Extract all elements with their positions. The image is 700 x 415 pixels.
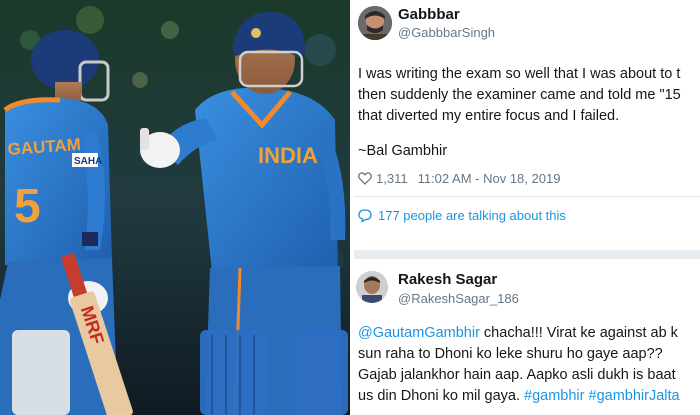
jersey-left-number: 5 — [14, 180, 41, 233]
jersey-right — [195, 87, 338, 272]
avatar-face-icon — [358, 6, 392, 40]
tweet-text-line-4-text: us din Dhoni ko mil gaya. — [358, 388, 525, 404]
cricket-photo: GAUTAM 5 SAHA MRF INDIA — [0, 0, 350, 415]
tweet-text-line-3: Gajab jalankhor hain aap. Aapko asli duk… — [358, 367, 676, 383]
conversation-row[interactable]: 177 people are talking about this — [358, 208, 566, 225]
display-name[interactable]: Gabbbar — [398, 6, 460, 23]
like-count[interactable]: 1,311 — [376, 171, 408, 186]
tweet-text-line-1-rest: chacha!!! Virat ke against ab k — [479, 325, 678, 341]
tweet-signature: ~Bal Gambhir — [358, 143, 448, 159]
heart-icon[interactable] — [358, 172, 372, 188]
tweet-divider — [354, 250, 700, 259]
tweet-timestamp[interactable]: 11:02 AM - Nov 18, 2019 — [418, 171, 561, 186]
mention-link[interactable]: @GautamGambhir — [358, 325, 480, 341]
tweet-text-line-1: @GautamGambhir chacha!!! Virat ke agains… — [358, 325, 678, 341]
tweet-card-rakesh[interactable]: Rakesh Sagar @RakeshSagar_186 @GautamGam… — [354, 259, 700, 415]
avatar[interactable] — [356, 271, 388, 303]
jersey-right-text: INDIA — [258, 143, 318, 168]
tweet-text-line-2: sun raha to Dhoni ko leke shuru ho gaye … — [358, 346, 663, 362]
tweet-separator — [354, 196, 700, 197]
tweet-text-line-4: us din Dhoni ko mil gaya. #gambhir #gamb… — [358, 388, 680, 404]
photo-illustration: GAUTAM 5 SAHA MRF INDIA — [0, 0, 350, 415]
like-row: 1,311 11:02 AM - Nov 18, 2019 — [358, 171, 560, 188]
batting-pad — [12, 330, 70, 415]
display-name[interactable]: Rakesh Sagar — [398, 271, 497, 288]
user-handle[interactable]: @RakeshSagar_186 — [398, 291, 519, 306]
sleeve-badge: SAHA — [74, 156, 102, 167]
avatar[interactable] — [358, 6, 392, 40]
helmet-left — [31, 30, 99, 90]
hashtag-link-gambhir[interactable]: #gambhir — [524, 388, 584, 404]
composite-image: GAUTAM 5 SAHA MRF INDIA Gabbbar @Gabbbar… — [0, 0, 700, 415]
tweet-text-line-3: that diverted my entire focus and I fail… — [358, 108, 620, 124]
tweet-text-line-2: then suddenly the examiner came and told… — [358, 87, 681, 103]
talking-about-link[interactable]: 177 people are talking about this — [378, 208, 566, 223]
user-handle[interactable]: @GabbbarSingh — [398, 25, 495, 40]
tweet-card-gabbbar[interactable]: Gabbbar @GabbbarSingh I was writing the … — [354, 0, 700, 250]
avatar-face-icon — [356, 271, 388, 303]
hashtag-link-gambhirjalta[interactable]: #gambhirJalta — [589, 388, 680, 404]
comment-icon — [358, 209, 372, 225]
tweet-text-line-1: I was writing the exam so well that I wa… — [358, 66, 681, 82]
